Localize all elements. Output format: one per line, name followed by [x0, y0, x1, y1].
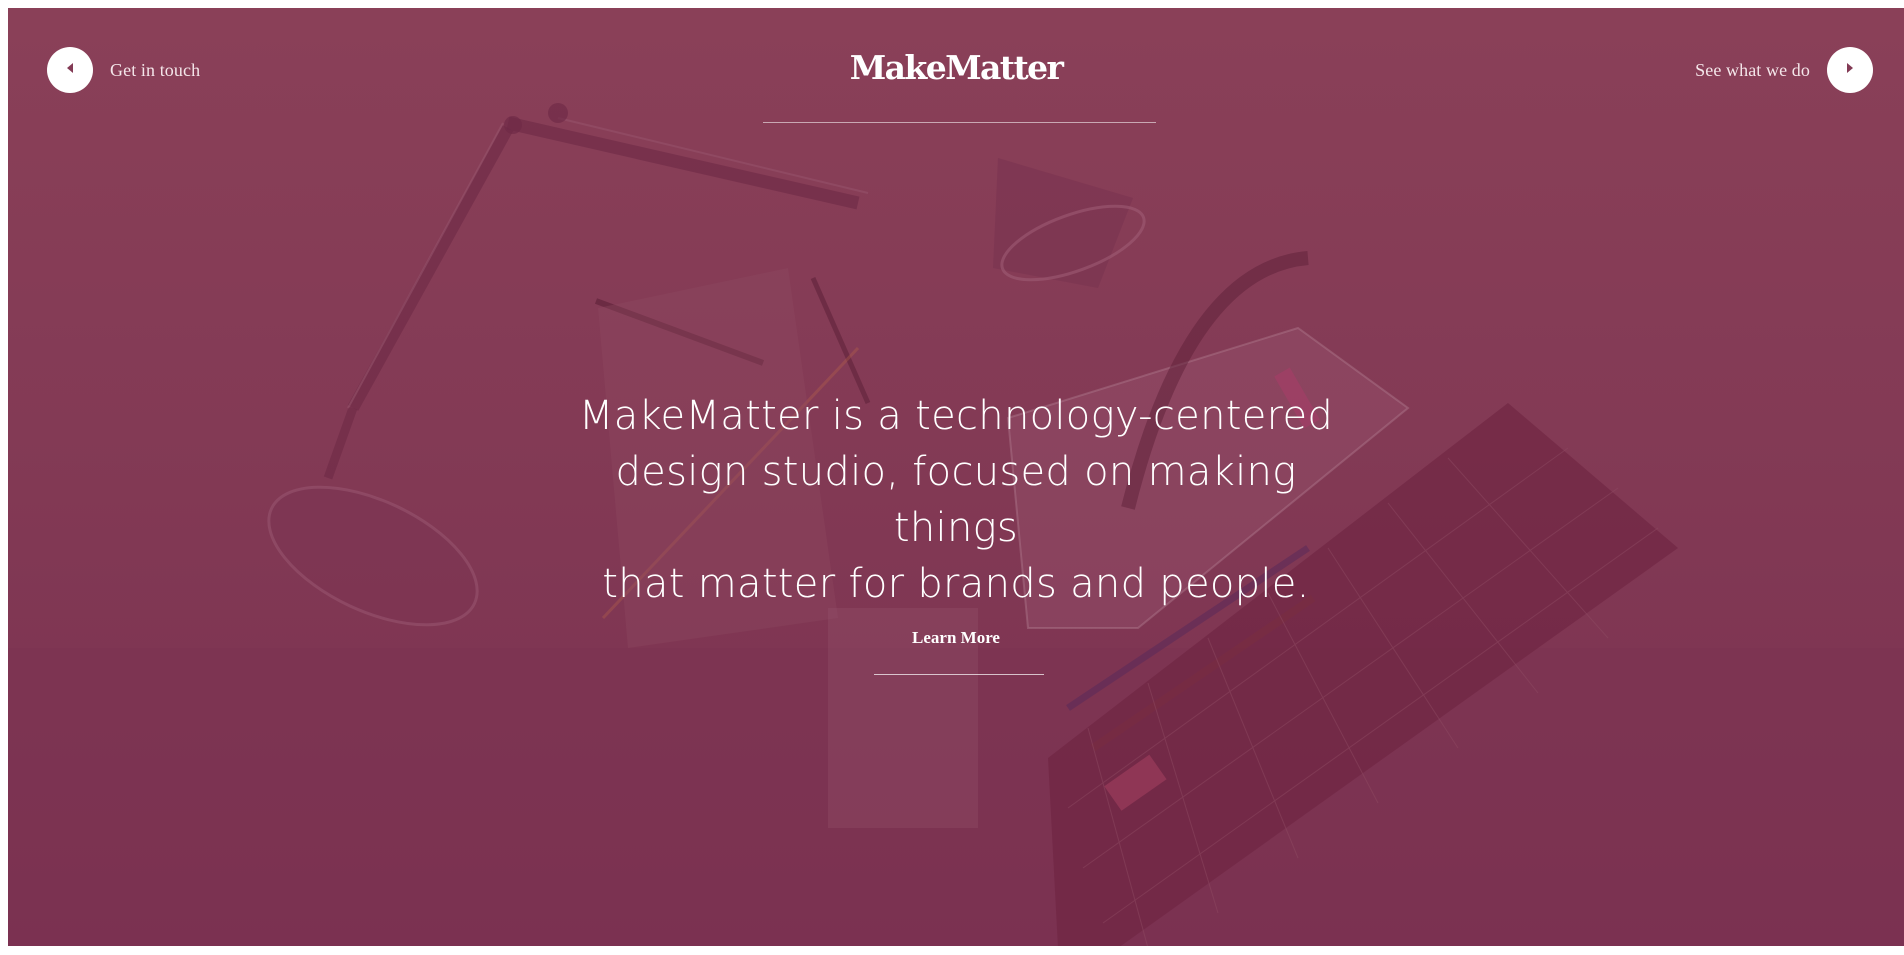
- caret-right-icon: [1845, 61, 1855, 79]
- hero-section: Get in touch MakeMatter See what we do M…: [8, 8, 1904, 946]
- tagline-line-3: that matter for brands and people.: [602, 561, 1310, 607]
- next-button[interactable]: [1827, 47, 1873, 93]
- logo[interactable]: MakeMatter: [8, 48, 1904, 87]
- see-what-we-do-link[interactable]: See what we do: [1695, 47, 1873, 93]
- tagline-line-2: design studio, focused on making things: [615, 449, 1297, 551]
- learn-more-underline: [874, 674, 1044, 675]
- learn-more-button[interactable]: Learn More: [8, 628, 1904, 648]
- hero-tagline: MakeMatter is a technology-centered desi…: [556, 388, 1356, 612]
- see-what-we-do-label: See what we do: [1695, 59, 1810, 80]
- header-divider: [763, 122, 1156, 123]
- tagline-line-1: MakeMatter is a technology-centered: [578, 393, 1334, 439]
